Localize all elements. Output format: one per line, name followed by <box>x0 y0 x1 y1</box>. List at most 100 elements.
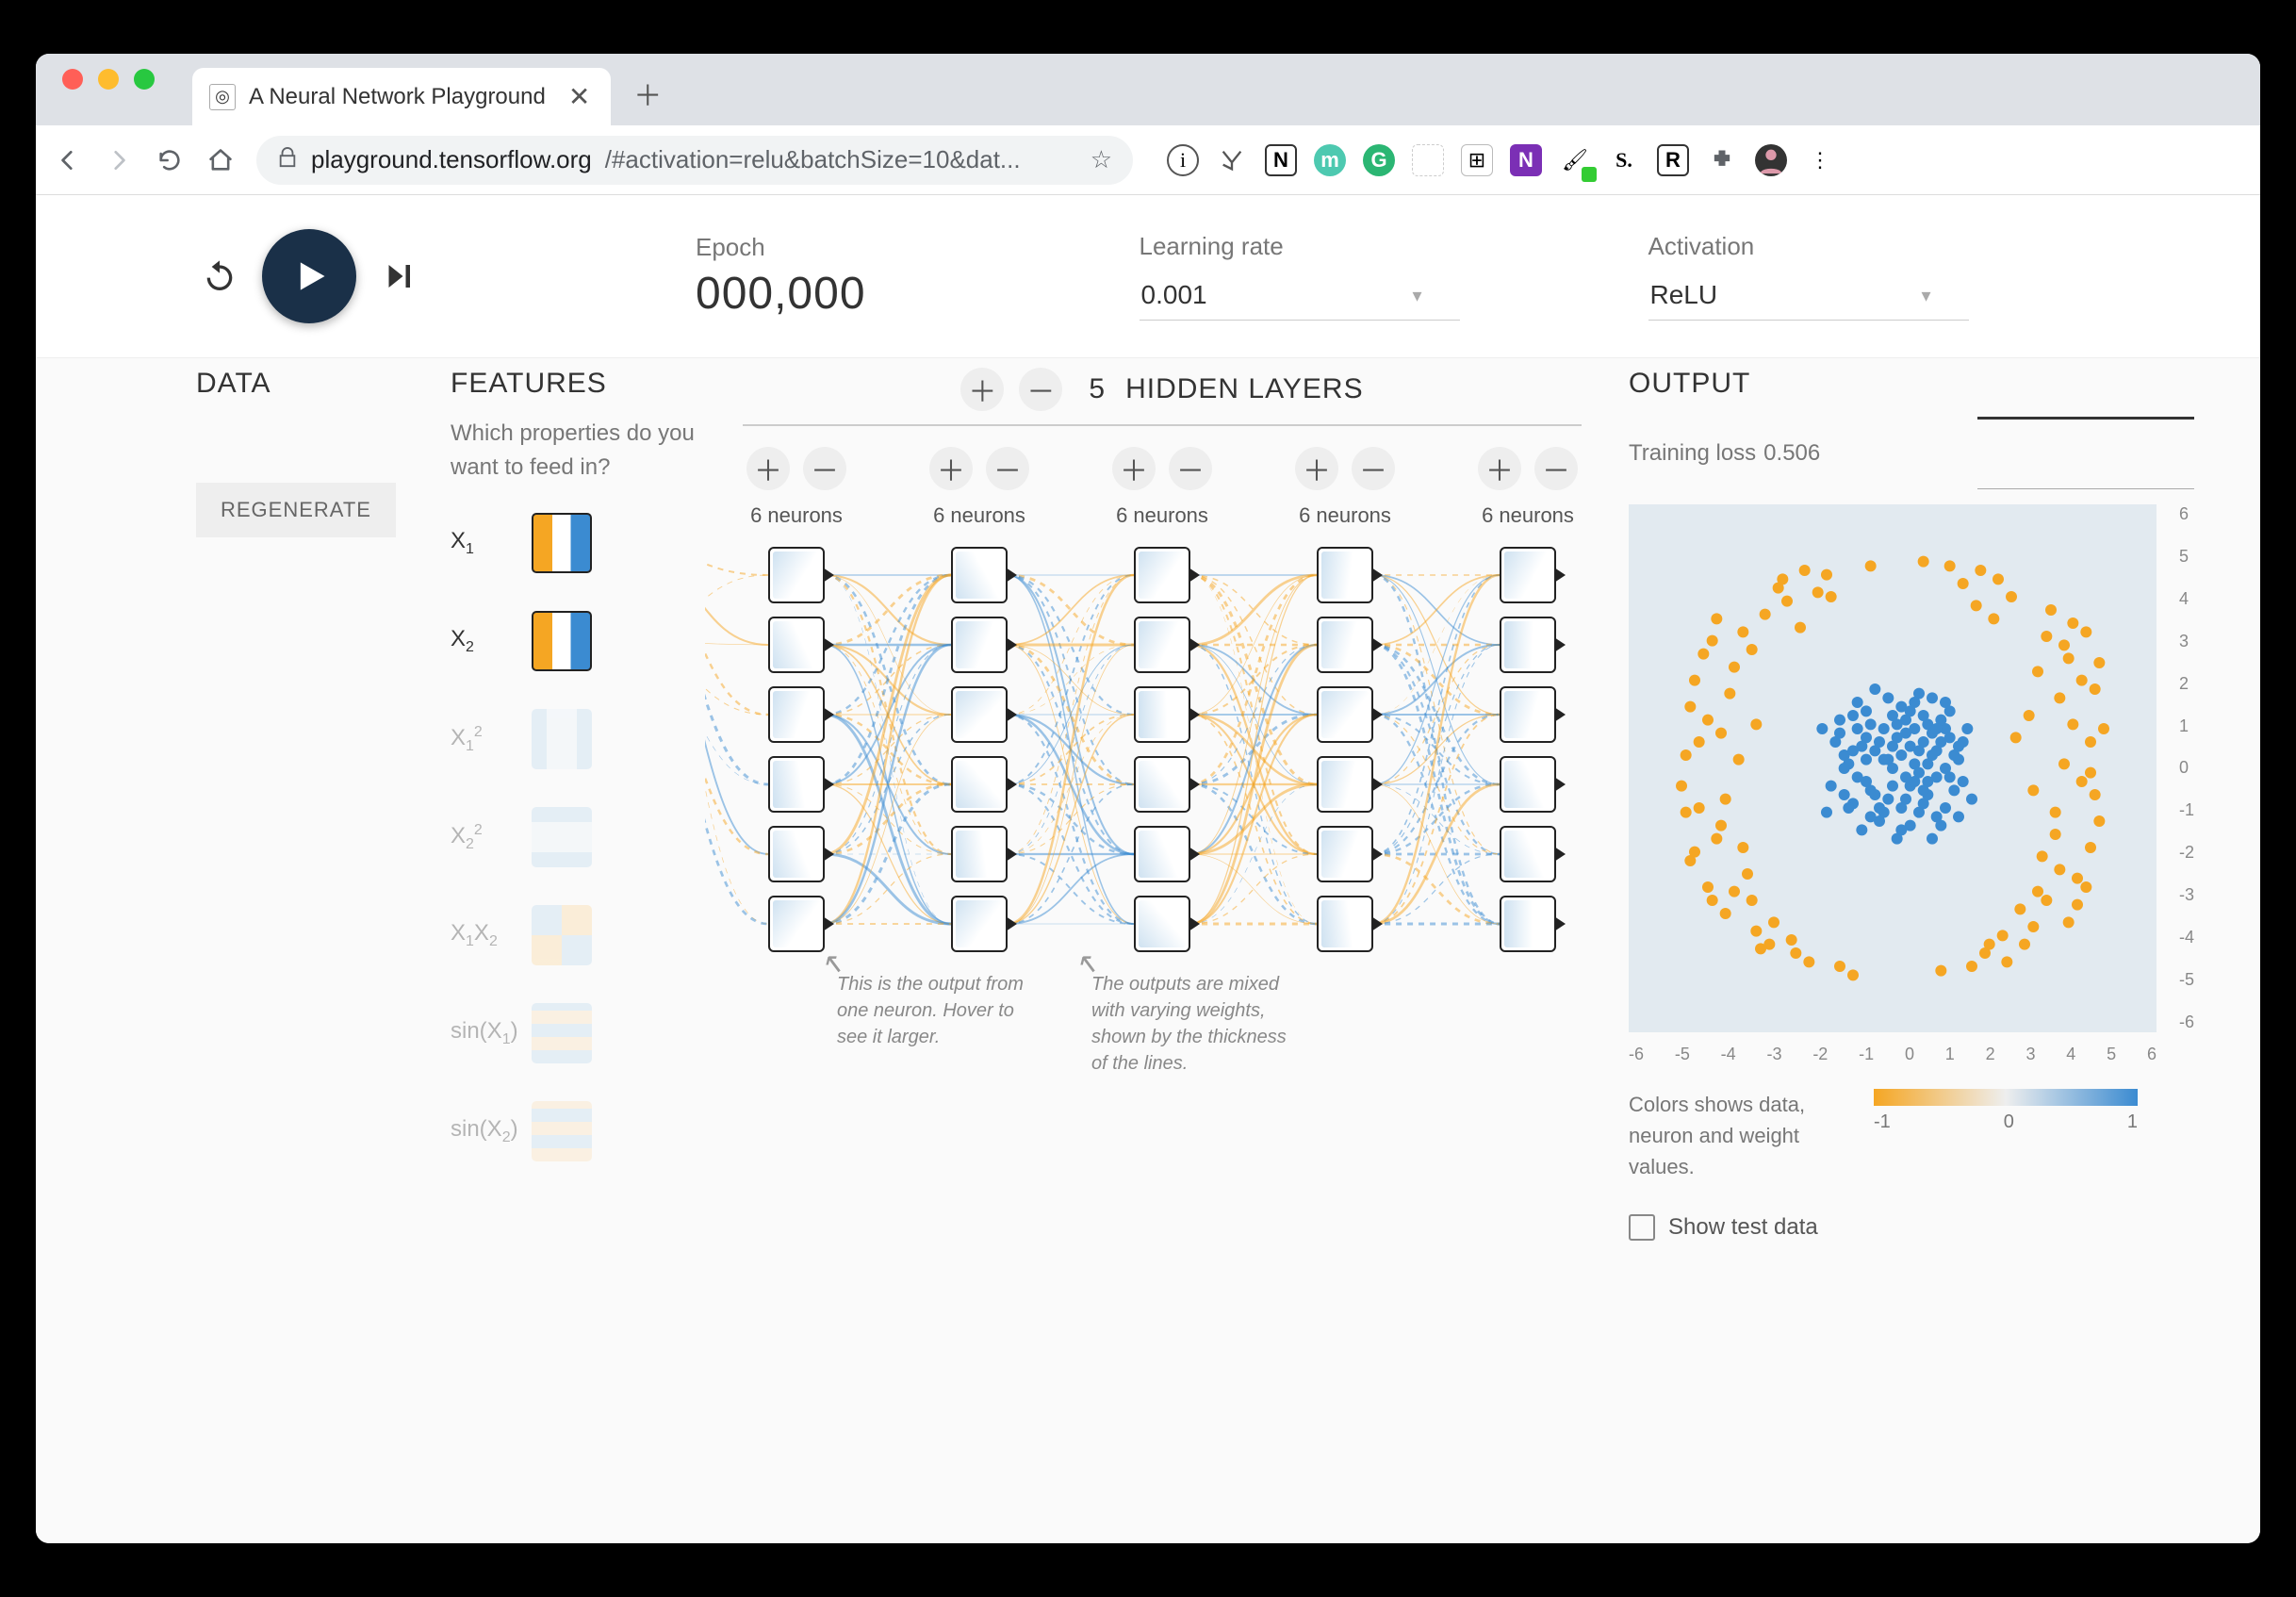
neuron[interactable] <box>1317 896 1373 952</box>
feature-toggle[interactable]: X22 <box>451 807 696 867</box>
neuron[interactable] <box>1500 756 1556 813</box>
neuron[interactable] <box>1317 686 1373 743</box>
epoch-value: 000,000 <box>696 268 866 320</box>
browser-menu-button[interactable]: ⋮ <box>1804 144 1836 176</box>
neuron[interactable] <box>768 617 825 673</box>
neuron[interactable] <box>1500 617 1556 673</box>
step-button[interactable] <box>375 253 422 300</box>
feature-thumbnail <box>532 807 592 867</box>
regenerate-button[interactable]: REGENERATE <box>196 483 396 537</box>
output-scatter-chart: 6543210-1-2-3-4-5-6 -6-5-4-3-2-10123456 <box>1629 504 2157 1032</box>
activation-value: ReLU <box>1650 280 1718 310</box>
extension-icon[interactable]: N <box>1265 144 1297 176</box>
url-path: /#activation=relu&batchSize=10&dat... <box>605 145 1021 174</box>
extension-icon[interactable] <box>1216 144 1248 176</box>
feature-toggle[interactable]: X1 <box>451 513 696 573</box>
remove-neuron-button[interactable]: － <box>803 447 846 490</box>
maximize-window-button[interactable] <box>134 69 155 90</box>
forward-button[interactable] <box>104 145 134 175</box>
neuron[interactable] <box>951 826 1008 882</box>
neuron[interactable] <box>768 686 825 743</box>
neuron[interactable] <box>1134 756 1190 813</box>
remove-neuron-button[interactable]: － <box>986 447 1029 490</box>
reset-button[interactable] <box>196 253 243 300</box>
extension-icon[interactable]: m <box>1314 144 1346 176</box>
remove-neuron-button[interactable]: － <box>1352 447 1395 490</box>
layer-controls: ＋－ <box>1112 447 1212 490</box>
remove-layer-button[interactable]: － <box>1019 368 1062 411</box>
layer-controls: ＋－ <box>1295 447 1395 490</box>
hidden-layer: ＋－6 neurons <box>1295 447 1395 952</box>
extension-icon[interactable] <box>1412 144 1444 176</box>
data-panel: DATA REGENERATE <box>196 368 441 1515</box>
neuron[interactable] <box>768 547 825 603</box>
close-window-button[interactable] <box>62 69 83 90</box>
bookmark-star-icon[interactable]: ☆ <box>1091 145 1112 174</box>
checkbox-icon <box>1629 1214 1655 1241</box>
add-neuron-button[interactable]: ＋ <box>1478 447 1521 490</box>
neuron[interactable] <box>1134 547 1190 603</box>
neuron[interactable] <box>768 896 825 952</box>
extension-icon[interactable]: S. <box>1608 144 1640 176</box>
add-neuron-button[interactable]: ＋ <box>746 447 790 490</box>
neuron[interactable] <box>1134 896 1190 952</box>
new-tab-button[interactable]: ＋ <box>611 73 684 125</box>
neuron[interactable] <box>1134 686 1190 743</box>
extension-icon[interactable]: ⊞ <box>1461 144 1493 176</box>
feature-toggle[interactable]: X12 <box>451 709 696 769</box>
home-button[interactable] <box>205 145 236 175</box>
neuron[interactable] <box>1134 826 1190 882</box>
add-layer-button[interactable]: ＋ <box>960 368 1004 411</box>
scatter-svg <box>1629 504 2157 1032</box>
neuron[interactable] <box>1500 686 1556 743</box>
profile-avatar[interactable] <box>1755 144 1787 176</box>
neuron[interactable] <box>1317 826 1373 882</box>
extension-icon[interactable]: i <box>1167 144 1199 176</box>
neuron[interactable] <box>1134 617 1190 673</box>
minimize-window-button[interactable] <box>98 69 119 90</box>
remove-neuron-button[interactable]: － <box>1169 447 1212 490</box>
add-neuron-button[interactable]: ＋ <box>1295 447 1338 490</box>
feature-toggle[interactable]: X2 <box>451 611 696 671</box>
neuron[interactable] <box>951 896 1008 952</box>
extension-icon[interactable]: N <box>1510 144 1542 176</box>
browser-tab[interactable]: ◎ A Neural Network Playground ✕ <box>192 68 611 125</box>
extension-icon[interactable]: G <box>1363 144 1395 176</box>
training-loss-label: Training loss <box>1629 440 1756 467</box>
neuron[interactable] <box>1317 617 1373 673</box>
add-neuron-button[interactable]: ＋ <box>1112 447 1156 490</box>
neuron[interactable] <box>951 547 1008 603</box>
y-axis-ticks: 6543210-1-2-3-4-5-6 <box>2179 504 2194 1032</box>
activation-label: Activation <box>1648 232 1969 261</box>
feature-thumbnail <box>532 1003 592 1063</box>
back-button[interactable] <box>53 145 83 175</box>
feature-toggle[interactable]: sin(X1) <box>451 1003 696 1063</box>
close-tab-button[interactable]: ✕ <box>568 81 590 112</box>
reload-button[interactable] <box>155 145 185 175</box>
color-legend: Colors shows data, neuron and weight val… <box>1629 1089 2194 1182</box>
neuron[interactable] <box>951 756 1008 813</box>
play-button[interactable] <box>262 229 356 323</box>
activation-select[interactable]: Activation ReLU ▾ <box>1648 232 1969 321</box>
neuron[interactable] <box>1500 826 1556 882</box>
feature-toggle[interactable]: sin(X2) <box>451 1101 696 1161</box>
add-neuron-button[interactable]: ＋ <box>929 447 973 490</box>
neuron[interactable] <box>951 617 1008 673</box>
neuron[interactable] <box>1500 547 1556 603</box>
url-input[interactable]: playground.tensorflow.org /#activation=r… <box>256 136 1133 185</box>
neuron[interactable] <box>768 826 825 882</box>
neuron[interactable] <box>1317 756 1373 813</box>
remove-neuron-button[interactable]: － <box>1534 447 1578 490</box>
extension-icon[interactable]: 🖌 <box>1559 144 1591 176</box>
extensions-menu-icon[interactable] <box>1706 144 1738 176</box>
neuron-count-label: 6 neurons <box>933 503 1025 528</box>
neuron[interactable] <box>1317 547 1373 603</box>
extension-icon[interactable]: R <box>1657 144 1689 176</box>
feature-toggle[interactable]: X1X2 <box>451 905 696 965</box>
show-test-data-checkbox[interactable]: Show test data <box>1629 1214 2194 1241</box>
url-domain: playground.tensorflow.org <box>311 145 592 174</box>
neuron[interactable] <box>1500 896 1556 952</box>
neuron[interactable] <box>768 756 825 813</box>
learning-rate-select[interactable]: Learning rate 0.001 ▾ <box>1140 232 1460 321</box>
neuron[interactable] <box>951 686 1008 743</box>
